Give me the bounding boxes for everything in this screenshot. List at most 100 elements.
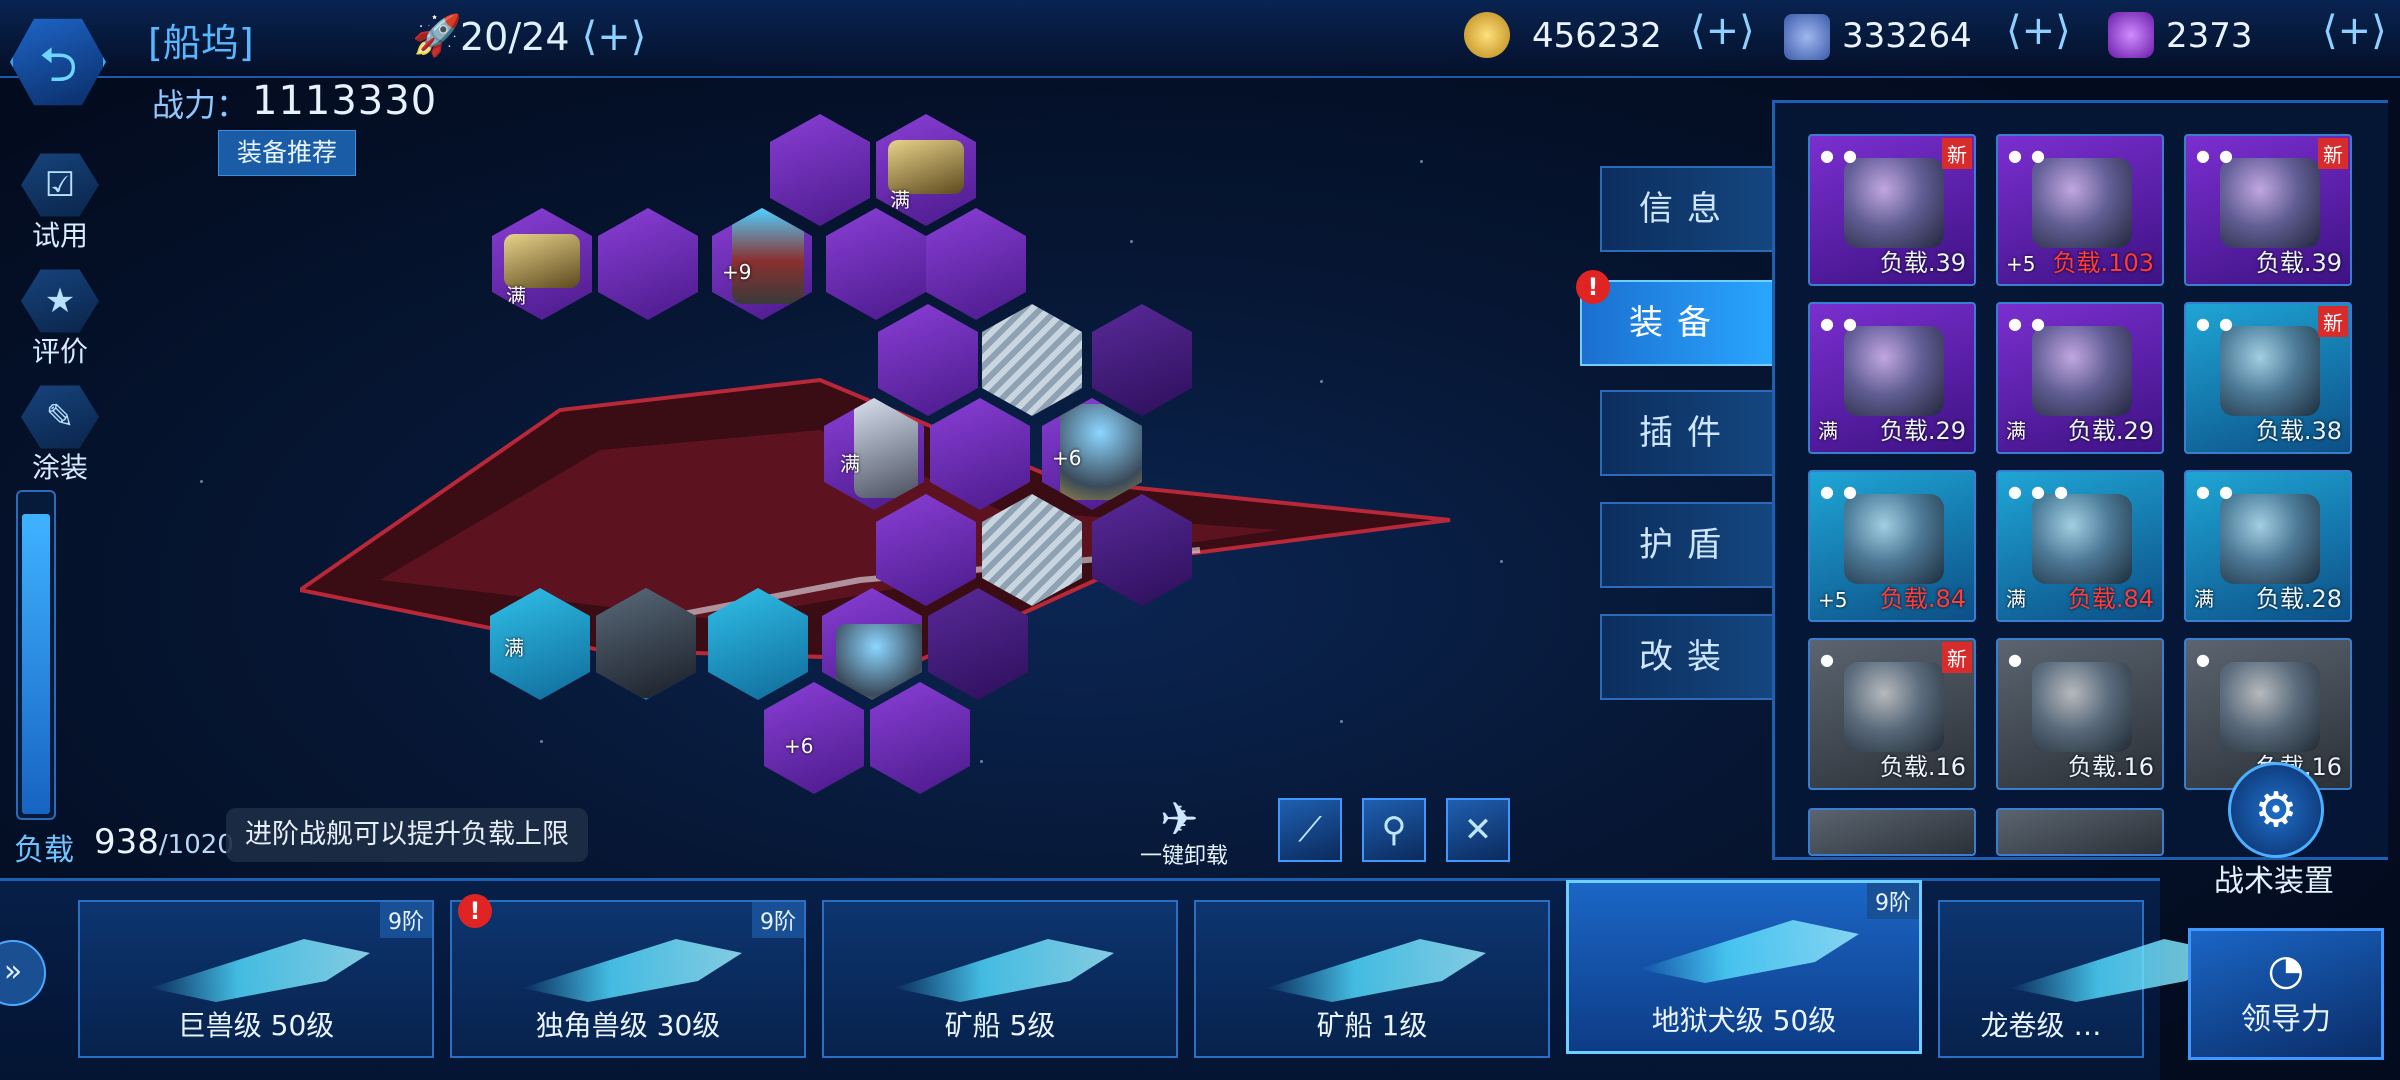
ship-silhouette-icon <box>150 939 370 1002</box>
load-cost: 负载.84 <box>1879 585 1966 613</box>
equip-slot[interactable] <box>926 208 1026 320</box>
load-cost: 负载.38 <box>2255 417 2342 445</box>
star-rating: ● <box>2196 650 2212 669</box>
star-rating: ● ● <box>2008 146 2048 165</box>
equipment-item-icon <box>2032 326 2132 416</box>
ship-alert-icon: ! <box>458 894 492 928</box>
inventory-card[interactable]: ● ● 新负载.39 <box>1808 134 1976 286</box>
tab-modify[interactable]: 改装 <box>1600 614 1772 700</box>
star-rating: ● ● <box>2008 314 2048 333</box>
tactics-label: 战术装置 <box>2214 864 2334 899</box>
side-item-rating[interactable]: ★ 评价 <box>12 266 108 370</box>
ship-card[interactable]: 9阶地狱犬级 50级 <box>1566 880 1922 1054</box>
purple-gem-icon <box>2108 12 2154 58</box>
ship-card[interactable]: 龙卷级 … <box>1938 900 2230 1058</box>
enhance-tag: 满 <box>2006 419 2026 443</box>
ship-name: 矿船 1级 <box>1316 1009 1428 1042</box>
new-badge: 新 <box>1942 138 1972 169</box>
load-value: 938/1020 <box>94 822 234 862</box>
equipment-item-icon <box>2032 494 2132 584</box>
inventory-card[interactable]: ● ● +5 负载.84 <box>1808 470 1976 622</box>
equip-slot[interactable] <box>826 208 926 320</box>
gold-add-button[interactable]: ⟨+⟩ <box>1690 8 1755 54</box>
inventory-card[interactable] <box>1996 808 2164 856</box>
turret-filter-icon[interactable]: ⚲ <box>1362 798 1426 862</box>
ship-card[interactable]: 矿船 1级 <box>1194 900 1550 1058</box>
load-cost: 负载.84 <box>2067 585 2154 613</box>
missile-filter-icon[interactable]: ⟋ <box>1278 798 1342 862</box>
gem-value: 2373 <box>2166 16 2253 56</box>
equipment-recommend-button[interactable]: 装备推荐 <box>218 130 356 176</box>
ship-name: 巨兽级 50级 <box>177 1009 335 1042</box>
side-item-trial[interactable]: ☑ 试用 <box>12 150 108 254</box>
ship-rank-badge: 9阶 <box>1867 883 1919 919</box>
enhance-tag: +5 <box>1818 588 1848 612</box>
load-cost: 负载.29 <box>1879 417 1966 445</box>
gem-add-button[interactable]: ⟨+⟩ <box>2322 8 2387 54</box>
equip-slot[interactable]: +6 <box>764 682 864 794</box>
star-rating: ● ● <box>1820 146 1860 165</box>
equipment-item-icon <box>2220 494 2320 584</box>
equipment-alert-icon: ! <box>1576 270 1610 304</box>
star-rating: ● ● <box>2196 146 2236 165</box>
leadership-button[interactable]: ◔ 领导力 <box>2188 928 2384 1060</box>
inventory-card[interactable]: ● ● 满 负载.29 <box>1808 302 1976 454</box>
ship-silhouette-icon <box>522 939 742 1002</box>
new-badge: 新 <box>1942 642 1972 673</box>
gauge-icon: ◔ <box>2267 945 2305 994</box>
inventory-card[interactable]: ● ● ● 满 负载.84 <box>1996 470 2164 622</box>
crystal-ore-icon <box>1784 14 1830 60</box>
equip-slot[interactable] <box>870 682 970 794</box>
load-cost: 负载.16 <box>1879 753 1966 781</box>
ship-card[interactable]: 9阶 独角兽级 30级! <box>450 894 806 1058</box>
equip-slot[interactable]: +9 <box>712 208 812 320</box>
equip-slot[interactable] <box>770 114 870 226</box>
inventory-card[interactable]: ● ● 满 负载.28 <box>2184 470 2352 622</box>
ship-card[interactable]: 矿船 5级 <box>822 900 1178 1058</box>
spray-can-icon: ✎ <box>21 385 99 449</box>
unload-all-button[interactable]: 一键卸载 <box>1140 838 1228 870</box>
equipment-item-icon <box>1844 662 1944 752</box>
gold-coin-icon <box>1464 12 1510 58</box>
ship-name: 矿船 5级 <box>944 1009 1056 1042</box>
crystal-value: 333264 <box>1842 16 1972 56</box>
equipment-item-icon <box>2032 662 2132 752</box>
load-tip: 进阶战舰可以提升负载上限 <box>226 808 588 862</box>
inventory-card[interactable]: ● 新负载.16 <box>1808 638 1976 790</box>
star-rating: ● <box>2008 650 2024 669</box>
tactics-device-button[interactable]: ⚙ <box>2228 762 2324 858</box>
fleet-add-button[interactable]: ⟨+⟩ <box>582 14 647 60</box>
ship-silhouette-icon <box>1639 920 1859 983</box>
equip-slot[interactable]: 满 <box>876 114 976 226</box>
crystal-add-button[interactable]: ⟨+⟩ <box>2006 8 2071 54</box>
inventory-card[interactable]: ● 负载.16 <box>1996 638 2164 790</box>
equip-slot[interactable] <box>598 208 698 320</box>
inventory-card[interactable]: ● ● +5 负载.103 <box>1996 134 2164 286</box>
rocket-icon: 🚀 <box>412 13 462 59</box>
equipment-item-icon <box>2220 662 2320 752</box>
new-badge: 新 <box>2318 138 2348 169</box>
load-bar <box>16 490 56 820</box>
inventory-card[interactable]: ● ● 新负载.38 <box>2184 302 2352 454</box>
side-item-paint[interactable]: ✎ 涂装 <box>12 382 108 486</box>
equipment-item-icon <box>1844 326 1944 416</box>
ship-name: 地狱犬级 50级 <box>1651 1004 1837 1037</box>
ship-rank-badge: 9阶 <box>752 902 804 938</box>
ship-card[interactable]: 9阶 巨兽级 50级 <box>78 900 434 1058</box>
star-rating: ● ● <box>1820 314 1860 333</box>
power-value: 1113330 <box>252 78 438 124</box>
drone-filter-icon[interactable]: ✕ <box>1446 798 1510 862</box>
enhance-tag: +5 <box>2006 252 2036 276</box>
star-rating: ● <box>1820 650 1836 669</box>
tab-info[interactable]: 信息 <box>1600 166 1772 252</box>
star-rating: ● ● ● <box>2008 482 2071 501</box>
equipment-item-icon <box>2220 326 2320 416</box>
tab-shield[interactable]: 护盾 <box>1600 502 1772 588</box>
spire-module-icon <box>732 208 804 304</box>
inventory-card[interactable]: ● ● 新负载.39 <box>2184 134 2352 286</box>
tab-plugin[interactable]: 插件 <box>1600 390 1772 476</box>
equip-slot[interactable]: 满 <box>492 208 592 320</box>
inventory-card[interactable] <box>1808 808 1976 856</box>
inventory-card[interactable]: ● ● 满 负载.29 <box>1996 302 2164 454</box>
load-cost: 负载.29 <box>2067 417 2154 445</box>
